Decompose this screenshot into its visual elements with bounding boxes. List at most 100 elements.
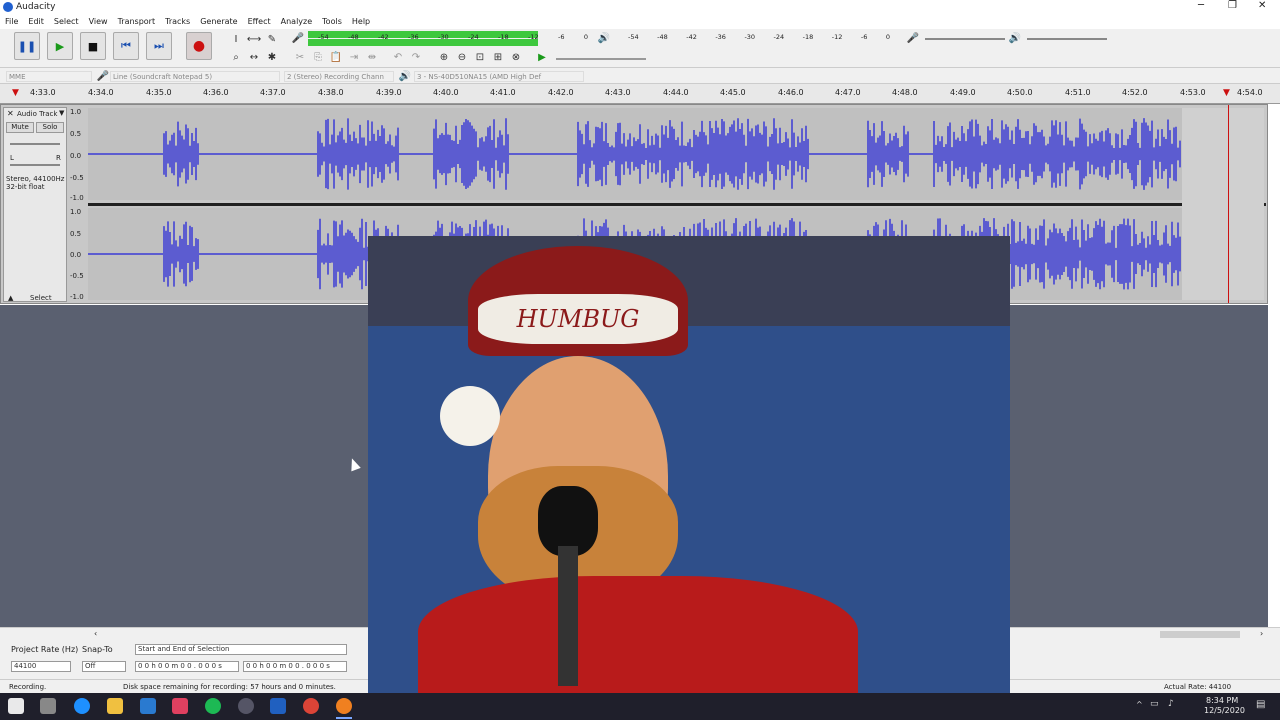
menu-view[interactable]: View	[84, 15, 113, 29]
zoom-out-icon[interactable]: ⊖	[454, 49, 470, 65]
silence-icon[interactable]: ⇹	[364, 49, 380, 65]
trim-icon[interactable]: ⇥	[346, 49, 362, 65]
pan-slider[interactable]	[10, 164, 60, 166]
track-name-menu[interactable]: Audio Track	[17, 110, 57, 118]
paste-icon[interactable]: 📋	[328, 49, 344, 65]
ruler-tick: 4:49.0	[950, 88, 976, 97]
pause-button[interactable]: ❚❚	[14, 32, 40, 60]
waveform-left-channel[interactable]	[87, 108, 1182, 200]
webcam-overlay: HUMBUG	[368, 236, 1010, 693]
redo-icon[interactable]: ↷	[408, 49, 424, 65]
audio-host-select[interactable]: MME	[6, 71, 92, 82]
project-rate-select[interactable]: 44100	[11, 661, 71, 672]
mail-icon[interactable]	[140, 698, 156, 714]
play-button[interactable]: ▶	[47, 32, 73, 60]
selection-mode-select[interactable]: Start and End of Selection	[135, 644, 347, 655]
edge-icon[interactable]	[74, 698, 90, 714]
gain-slider[interactable]	[10, 143, 60, 145]
menu-effect[interactable]: Effect	[243, 15, 276, 29]
scale-label: 0.0	[70, 152, 82, 160]
collapse-track-icon[interactable]: ▲	[8, 294, 13, 302]
multi-tool-icon[interactable]: ✱	[264, 49, 280, 65]
spotify-icon[interactable]	[205, 698, 221, 714]
menu-transport[interactable]: Transport	[113, 15, 161, 29]
zoom-toggle-icon[interactable]: ⊗	[508, 49, 524, 65]
taskbar-clock-time[interactable]: 8:34 PM	[1206, 696, 1238, 705]
waveform-left-svg	[87, 118, 1181, 190]
task-view-icon[interactable]	[40, 698, 56, 714]
copy-icon[interactable]: ⎘	[310, 49, 326, 65]
fit-selection-icon[interactable]: ⊡	[472, 49, 488, 65]
app-icon[interactable]	[172, 698, 188, 714]
ruler-tick: 4:47.0	[835, 88, 861, 97]
restore-icon[interactable]: ❐	[1228, 0, 1237, 11]
snap-to-label: Snap-To	[82, 645, 113, 654]
disk-space-status: Disk space remaining for recording: 57 h…	[123, 683, 336, 691]
track-menu-arrow-icon[interactable]: ▼	[59, 109, 64, 117]
empty-track-region	[1182, 108, 1264, 300]
stop-button[interactable]: ■	[80, 32, 106, 60]
menu-select[interactable]: Select	[49, 15, 84, 29]
zoom-in-icon[interactable]: ⊕	[436, 49, 452, 65]
scroll-left-icon[interactable]: ‹	[94, 629, 97, 638]
cut-icon[interactable]: ✂	[292, 49, 308, 65]
pan-left-label: L	[10, 154, 14, 162]
menu-tracks[interactable]: Tracks	[160, 15, 195, 29]
network-icon[interactable]: ▭	[1150, 699, 1159, 709]
output-device-select[interactable]: 3 - NS-40D510NA15 (AMD High Def	[414, 71, 584, 82]
recording-volume-slider[interactable]	[925, 38, 1005, 40]
menu-analyze[interactable]: Analyze	[276, 15, 318, 29]
file-explorer-icon[interactable]	[107, 698, 123, 714]
play-meter-speaker-icon[interactable]: 🔊	[596, 30, 612, 46]
scale-label: -0.5	[70, 272, 84, 280]
input-channels-select[interactable]: 2 (Stereo) Recording Chann	[284, 71, 394, 82]
solo-button[interactable]: Solo	[36, 122, 64, 133]
select-track-button[interactable]: Select	[30, 294, 52, 302]
tray-chevron-icon[interactable]: ^	[1136, 700, 1143, 709]
fit-project-icon[interactable]: ⊞	[490, 49, 506, 65]
skip-start-button[interactable]: ⏮	[113, 32, 139, 60]
scroll-right-icon[interactable]: ›	[1260, 629, 1263, 638]
draw-tool-icon[interactable]: ✎	[264, 31, 280, 47]
record-button[interactable]: ●	[186, 32, 212, 60]
notification-icon[interactable]: ▤	[1256, 699, 1265, 710]
snap-to-select[interactable]: Off	[82, 661, 126, 672]
obs-icon[interactable]	[238, 698, 254, 714]
pause-icon: ❚❚	[17, 39, 37, 53]
menu-help[interactable]: Help	[347, 15, 375, 29]
timeshift-tool-icon[interactable]: ↔	[246, 49, 262, 65]
timeline-ruler[interactable]: ▼ 4:33.0 4:34.0 4:35.0 4:36.0 4:37.0 4:3…	[0, 84, 1280, 104]
menu-file[interactable]: File	[0, 15, 23, 29]
chrome-icon[interactable]	[303, 698, 319, 714]
playback-volume-slider[interactable]	[1027, 38, 1107, 40]
steam-icon[interactable]	[270, 698, 286, 714]
play-speed-slider[interactable]	[556, 58, 646, 60]
selection-start-time[interactable]: 0 0 h 0 0 m 0 0 . 0 0 0 s	[135, 661, 239, 672]
play-at-speed-icon[interactable]: ▶	[534, 49, 550, 65]
mute-button[interactable]: Mute	[6, 122, 34, 133]
taskbar-clock-date[interactable]: 12/5/2020	[1204, 706, 1245, 715]
menu-edit[interactable]: Edit	[23, 15, 49, 29]
track-close-icon[interactable]: ✕	[7, 109, 14, 118]
envelope-tool-icon[interactable]: ⟷	[246, 31, 262, 47]
input-device-select[interactable]: Line (Soundcraft Notepad 5)	[110, 71, 280, 82]
volume-tray-icon[interactable]: ♪	[1168, 699, 1174, 709]
undo-icon[interactable]: ↶	[390, 49, 406, 65]
scrollbar-thumb[interactable]	[1160, 631, 1240, 638]
start-windows-icon[interactable]	[8, 698, 24, 714]
record-meter-mic-icon[interactable]: 🎤	[290, 30, 306, 46]
actual-rate-status: Actual Rate: 44100	[1164, 683, 1232, 691]
menu-tools[interactable]: Tools	[317, 15, 347, 29]
selection-tool-icon[interactable]: I	[228, 31, 244, 47]
ruler-tick: 4:45.0	[720, 88, 746, 97]
close-icon[interactable]: ✕	[1258, 0, 1266, 11]
menu-generate[interactable]: Generate	[195, 15, 242, 29]
toolbar-area: ❚❚ ▶ ■ ⏮ ⏭ ● I ⟷ ✎ ⌕ ↔ ✱ 🎤 -54 -48 -42 -36-…	[0, 29, 1280, 68]
scale-label: 0.5	[70, 130, 82, 138]
audacity-taskbar-icon[interactable]	[336, 698, 352, 714]
zoom-tool-icon[interactable]: ⌕	[228, 49, 244, 65]
pan-right-label: R	[56, 154, 61, 162]
minimize-icon[interactable]: ─	[1198, 0, 1204, 11]
skip-end-button[interactable]: ⏭	[146, 32, 172, 60]
selection-end-time[interactable]: 0 0 h 0 0 m 0 0 . 0 0 0 s	[243, 661, 347, 672]
